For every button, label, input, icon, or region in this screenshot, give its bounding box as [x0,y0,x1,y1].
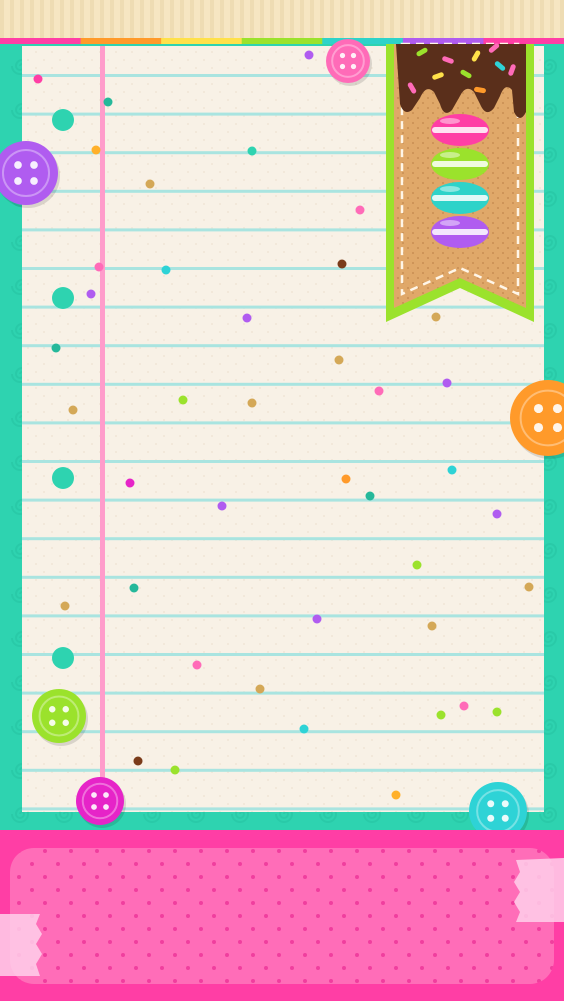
confetti-dot [145,179,155,189]
confetti-dot [436,710,446,720]
button-hole [14,161,22,169]
button-hole [501,814,509,822]
confetti-dot [524,582,534,592]
confetti-dot [299,724,309,734]
rainbow-segment [161,38,243,44]
confetti-dot [51,343,61,353]
confetti-dot [365,491,375,501]
button-hole [533,403,544,414]
confetti-dot [341,474,351,484]
confetti-dot [391,790,401,800]
punch-hole [52,467,74,489]
confetti-dot [304,50,314,60]
macaron [431,114,489,146]
confetti-dot [178,395,188,405]
confetti-dot [33,74,43,84]
margin-line [100,46,105,812]
confetti-dot [255,684,265,694]
button-hole [103,804,109,810]
button-hole [350,63,357,70]
button-hole [30,177,38,185]
button-hole [533,422,544,433]
rainbow-segment [322,38,404,44]
confetti-dot [133,756,143,766]
confetti-dot [412,560,422,570]
confetti-dot [492,509,502,519]
button-hole [552,403,563,414]
confetti-dot [431,312,441,322]
button-hole [62,719,69,726]
macaron [431,148,489,180]
confetti-dot [337,259,347,269]
confetti-dot [192,660,202,670]
button-hole [30,161,38,169]
rainbow-segment [0,38,82,44]
confetti-dot [247,146,257,156]
macaron-bookmark [386,42,534,322]
confetti-dot [247,398,257,408]
confetti-dot [68,405,78,415]
confetti-dot [427,621,437,631]
button-hole [91,804,97,810]
button-hole [339,63,346,70]
confetti-dot [312,614,322,624]
button-hole [103,792,109,798]
confetti-dot [129,583,139,593]
confetti-dot [355,205,365,215]
button-hole [14,177,22,185]
wallpaper-scene [0,0,564,1001]
confetti-dot [170,765,180,775]
confetti-dot [492,707,502,717]
button-hole [49,719,56,726]
confetti-dot [242,313,252,323]
washi-tape-right [514,858,564,922]
dock [0,830,564,1001]
rainbow-segment [483,38,564,44]
button-hole [62,706,69,713]
button-hole [487,814,495,822]
macaron [431,182,489,214]
top-strip [0,0,564,40]
confetti-dot [94,262,104,272]
washi-tape-left [0,914,42,976]
confetti-dot [103,97,113,107]
punch-hole [52,287,74,309]
wallpaper [0,0,564,1001]
confetti-dot [125,478,135,488]
button-hole [350,52,357,59]
button-hole [49,706,56,713]
button-hole [501,800,509,808]
rainbow-segment [80,38,163,44]
confetti-dot [91,145,101,155]
confetti-dot [334,355,344,365]
macaron [431,216,489,248]
confetti-dot [442,378,452,388]
confetti-dot [86,289,96,299]
confetti-dot [447,465,457,475]
punch-hole [52,109,74,131]
confetti-dot [217,501,227,511]
punch-hole [52,647,74,669]
confetti-dot [459,701,469,711]
button-hole [487,800,495,808]
button-hole [91,792,97,798]
button-hole [339,52,346,59]
confetti-dot [374,386,384,396]
rainbow-segment [241,38,324,44]
confetti-dot [161,265,171,275]
confetti-dot [60,601,70,611]
button-hole [552,422,563,433]
